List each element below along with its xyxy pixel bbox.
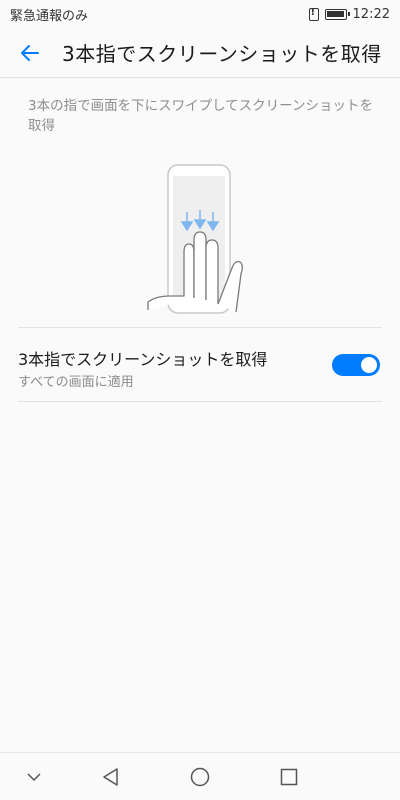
toggle-knob [361, 357, 377, 373]
home-circle-icon [190, 767, 210, 787]
three-finger-screenshot-toggle[interactable] [332, 354, 380, 376]
status-bar: 緊急通報のみ 12:22 [0, 0, 400, 28]
sim-alert-icon [308, 7, 319, 21]
nav-home-button[interactable] [184, 761, 216, 793]
recents-square-icon [280, 768, 298, 786]
arrow-left-icon [21, 44, 39, 61]
gesture-description: 3本の指で画面を下にスワイプしてスクリーンショットを取得 [28, 98, 374, 134]
battery-icon [324, 8, 350, 20]
back-button[interactable] [10, 33, 50, 73]
nav-recents-button[interactable] [273, 761, 305, 793]
page-title: 3本指でスクリーンショットを取得 [62, 42, 382, 66]
hide-navbar-button[interactable] [18, 761, 50, 793]
three-finger-screenshot-setting[interactable]: 3本指でスクリーンショットを取得 すべての画面に適用 [18, 327, 382, 402]
nav-back-button[interactable] [95, 761, 127, 793]
swipe-down-arrows-icon [180, 210, 220, 232]
app-header: 3本指でスクリーンショットを取得 [0, 28, 400, 78]
setting-title: 3本指でスクリーンショットを取得 [18, 350, 268, 369]
chevron-down-icon [27, 773, 41, 782]
setting-summary: すべての画面に適用 [18, 375, 134, 390]
status-icons: 12:22 [308, 6, 390, 22]
back-triangle-icon [103, 768, 118, 786]
three-finger-swipe-illustration [147, 164, 243, 314]
clock: 12:22 [352, 6, 390, 22]
navigation-bar [0, 752, 400, 800]
carrier-status-text: 緊急通報のみ [10, 8, 89, 24]
